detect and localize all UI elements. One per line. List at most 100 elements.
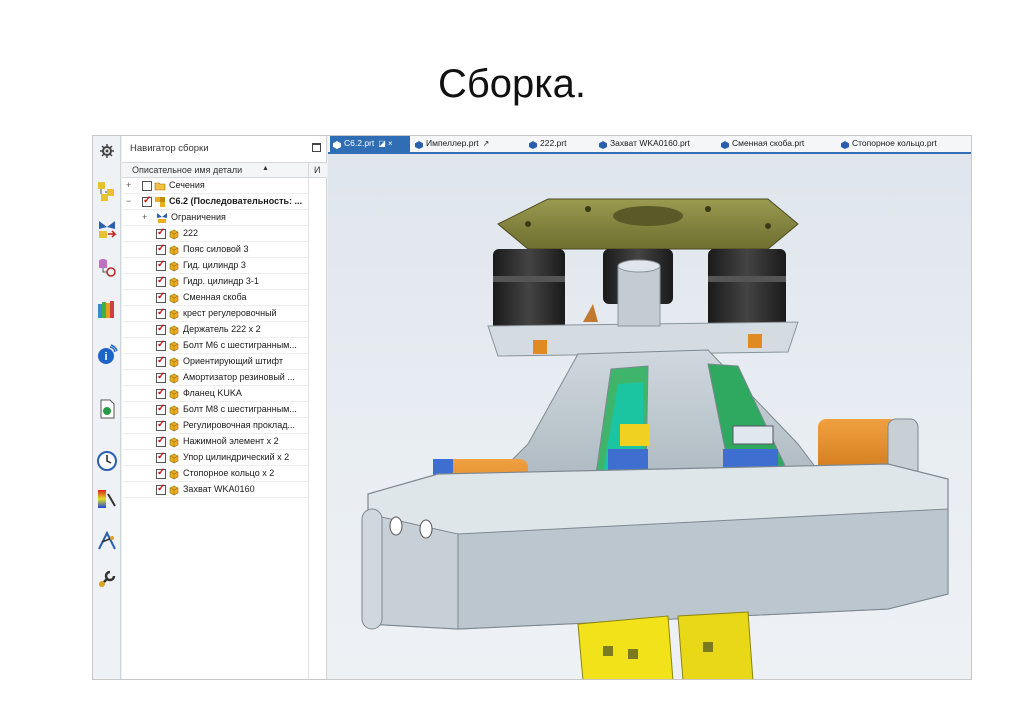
visibility-checkbox[interactable]	[156, 387, 166, 399]
visibility-checkbox[interactable]	[156, 307, 166, 319]
part-file-icon	[841, 141, 849, 149]
tree-row[interactable]: Сменная скоба	[122, 290, 308, 306]
file-tab[interactable]: С6.2.prt ◪ ×	[330, 136, 410, 154]
collapse-icon[interactable]: −	[126, 197, 134, 206]
visibility-checkbox[interactable]	[156, 291, 166, 303]
file-tab[interactable]: Стопорное кольцо.prt	[838, 138, 968, 154]
sort-arrow-icon[interactable]: ▲	[262, 165, 269, 172]
part-icon	[169, 437, 179, 448]
file-tab[interactable]: Импеллер.prt ↗	[412, 138, 522, 154]
resource-bar: i	[93, 136, 121, 679]
tab-action-icon[interactable]: ◪ ×	[378, 139, 392, 148]
part-icon	[169, 277, 179, 288]
tree-row[interactable]: + Сечения	[122, 178, 308, 194]
tab-action-icon[interactable]: ↗	[483, 139, 490, 148]
part-icon	[169, 453, 179, 464]
tree-row[interactable]: Ориентирующий штифт	[122, 354, 308, 370]
file-tab[interactable]: Сменная скоба.prt	[718, 138, 834, 154]
tree-row[interactable]: − С6.2 (Последовательность: ...	[122, 194, 308, 210]
expand-icon[interactable]: +	[126, 181, 134, 190]
visibility-checkbox[interactable]	[156, 323, 166, 335]
visibility-checkbox[interactable]	[142, 195, 152, 207]
visibility-checkbox[interactable]	[156, 275, 166, 287]
visibility-checkbox[interactable]	[156, 483, 166, 495]
process-studio-icon[interactable]	[95, 528, 119, 554]
tree-row[interactable]: Амортизатор резиновый ...	[122, 370, 308, 386]
visibility-checkbox[interactable]	[156, 243, 166, 255]
tree-row[interactable]: Нажимной элемент x 2	[122, 434, 308, 450]
visibility-checkbox[interactable]	[156, 355, 166, 367]
column-divider	[308, 178, 309, 679]
reuse-library-icon[interactable]	[95, 296, 119, 322]
part-icon	[169, 469, 179, 480]
tree-row[interactable]: Держатель 222 x 2	[122, 322, 308, 338]
tree-row[interactable]: Стопорное кольцо x 2	[122, 466, 308, 482]
tree-row[interactable]: Болт М6 с шестигранным...	[122, 338, 308, 354]
panel-title: Навигатор сборки	[130, 143, 209, 154]
file-tab-label: Сменная скоба.prt	[732, 138, 805, 148]
column-header-2[interactable]: И	[314, 165, 320, 175]
part-icon	[169, 325, 179, 336]
file-tab-label: С6.2.prt	[344, 138, 375, 148]
center-pin	[617, 265, 661, 327]
part-navigator-icon[interactable]	[95, 254, 119, 280]
visibility-checkbox[interactable]	[142, 181, 152, 191]
column-header-name[interactable]: Описательное имя детали	[132, 165, 242, 175]
tree-row[interactable]: Фланец KUKA	[122, 386, 308, 402]
tree-row[interactable]: Болт М8 с шестигранным...	[122, 402, 308, 418]
tree-row-label: Гидр. цилиндр 3-1	[183, 276, 259, 286]
part-icon	[169, 245, 179, 256]
clamp-housing	[361, 463, 949, 630]
tree-row[interactable]: Регулировочная проклад...	[122, 418, 308, 434]
maximize-icon[interactable]	[312, 143, 321, 152]
tree-row[interactable]: крест регулеровочный	[122, 306, 308, 322]
tree-row[interactable]: 222	[122, 226, 308, 242]
visibility-checkbox[interactable]	[156, 451, 166, 463]
settings-icon[interactable]	[95, 138, 119, 164]
visibility-checkbox[interactable]	[156, 467, 166, 479]
constraint-navigator-icon[interactable]	[95, 216, 119, 242]
part-file-icon	[529, 141, 537, 149]
part-file-icon	[333, 141, 341, 149]
tree-row[interactable]: Гид. цилиндр 3	[122, 258, 308, 274]
tree-row-label: Пояс силовой 3	[183, 244, 249, 254]
visibility-checkbox[interactable]	[156, 435, 166, 447]
part-icon	[169, 421, 179, 432]
assembly-navigator-panel: Навигатор сборки Описательное имя детали…	[122, 136, 327, 679]
tree-row-label: Нажимной элемент x 2	[183, 436, 279, 446]
tree-row[interactable]: Пояс силовой 3	[122, 242, 308, 258]
web-browser-icon[interactable]: i	[95, 342, 119, 368]
clock-icon[interactable]	[95, 448, 119, 474]
part-file-icon	[599, 141, 607, 149]
wrench-icon[interactable]	[95, 566, 119, 592]
graphics-window[interactable]: С6.2.prt ◪ × Импеллер.prt ↗ 222.prt Захват WK…	[328, 136, 972, 680]
tree-row-label: Сменная скоба	[183, 292, 247, 302]
kuka-flange	[497, 198, 799, 250]
visibility-checkbox[interactable]	[156, 259, 166, 271]
tree-row[interactable]: Гидр. цилиндр 3-1	[122, 274, 308, 290]
tree-row-label: 222	[183, 228, 199, 238]
system-materials-icon[interactable]	[95, 486, 119, 512]
visibility-checkbox[interactable]	[156, 419, 166, 431]
visibility-checkbox[interactable]	[156, 371, 166, 383]
cad-model-view[interactable]	[328, 154, 972, 680]
column-separator[interactable]	[308, 163, 309, 179]
part-icon	[169, 261, 179, 272]
tree-row[interactable]: Упор цилиндрический x 2	[122, 450, 308, 466]
assembly-navigator-icon[interactable]	[95, 178, 119, 204]
column-header[interactable]: Описательное имя детали ▲ И	[122, 162, 327, 179]
part-file-icon	[721, 141, 729, 149]
part-icon	[169, 485, 179, 496]
tree-row-label: крест регулеровочный	[183, 308, 277, 318]
part-icon	[169, 373, 179, 384]
file-tab[interactable]: 222.prt	[526, 138, 592, 154]
history-icon[interactable]	[95, 396, 119, 422]
tree-row[interactable]: Захват WKA0160	[122, 482, 308, 498]
visibility-checkbox[interactable]	[156, 403, 166, 415]
tree-row-label: Сечения	[169, 180, 205, 190]
visibility-checkbox[interactable]	[156, 227, 166, 239]
expand-icon[interactable]: +	[142, 213, 150, 222]
tree-row[interactable]: + Ограничения	[122, 210, 308, 226]
file-tab[interactable]: Захват WKA0160.prt	[596, 138, 714, 154]
visibility-checkbox[interactable]	[156, 339, 166, 351]
